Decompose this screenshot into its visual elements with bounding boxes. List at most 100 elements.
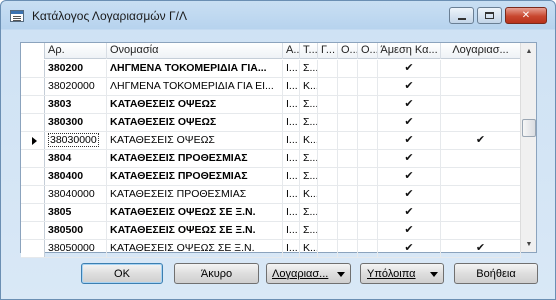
cell-o2[interactable]: [358, 96, 378, 113]
row-selector[interactable]: [21, 78, 45, 95]
cell-account[interactable]: [441, 150, 521, 167]
row-selector[interactable]: [21, 60, 45, 77]
table-row[interactable]: 3803 ΚΑΤΑΘΕΣΕΙΣ ΟΨΕΩΣ Ι... Σ... ✔: [21, 96, 521, 114]
column-header-t[interactable]: Τ...: [300, 43, 318, 59]
cell-g[interactable]: [318, 240, 338, 257]
cell-account-no[interactable]: 380300: [45, 114, 107, 131]
cell-direct-posting[interactable]: ✔: [378, 204, 441, 221]
scroll-up-icon[interactable]: ▲: [521, 43, 537, 59]
help-button[interactable]: Βοήθεια: [454, 263, 538, 284]
cancel-button[interactable]: Άκυρο: [174, 263, 259, 284]
scrollbar-thumb[interactable]: [522, 119, 536, 137]
title-bar[interactable]: Κατάλογος Λογαριασμών Γ/Λ ✕: [1, 1, 555, 31]
cell-t[interactable]: Σ...: [300, 96, 318, 113]
row-selector[interactable]: [21, 168, 45, 185]
cell-account-name[interactable]: ΚΑΤΑΘΕΣΕΙΣ ΟΨΕΩΣ: [107, 96, 283, 113]
table-row[interactable]: 38020000 ΛΗΓΜΕΝΑ ΤΟΚΟΜΕΡΙΔΙΑ ΓΙΑ ΕΙ... Ι..…: [21, 78, 521, 96]
cell-a[interactable]: Ι...: [283, 240, 300, 257]
cell-account-name[interactable]: ΚΑΤΑΘΕΣΕΙΣ ΟΨΕΩΣ: [107, 132, 283, 149]
cell-a[interactable]: Ι...: [283, 168, 300, 185]
cell-t[interactable]: Κ...: [300, 186, 318, 203]
cell-t[interactable]: Σ...: [300, 204, 318, 221]
row-selector[interactable]: [21, 114, 45, 131]
cell-direct-posting[interactable]: ✔: [378, 114, 441, 131]
cell-direct-posting[interactable]: ✔: [378, 78, 441, 95]
cell-account-no[interactable]: 38020000: [45, 78, 107, 95]
cell-direct-posting[interactable]: ✔: [378, 150, 441, 167]
cell-o2[interactable]: [358, 240, 378, 257]
cell-a[interactable]: Ι...: [283, 132, 300, 149]
row-selector[interactable]: [21, 96, 45, 113]
cell-account[interactable]: ✔: [441, 132, 521, 149]
table-row[interactable]: 38030000 ΚΑΤΑΘΕΣΕΙΣ ΟΨΕΩΣ Ι... Κ... ✔ ✔: [21, 132, 521, 150]
column-header-name[interactable]: Ονομασία: [107, 43, 283, 59]
cell-o1[interactable]: [338, 150, 358, 167]
balance-menu-button[interactable]: Υπόλοιπα: [360, 263, 444, 284]
cell-o2[interactable]: [358, 60, 378, 77]
cell-account-no[interactable]: 38040000: [45, 186, 107, 203]
cell-o1[interactable]: [338, 60, 358, 77]
cell-a[interactable]: Ι...: [283, 60, 300, 77]
cell-g[interactable]: [318, 78, 338, 95]
cell-g[interactable]: [318, 222, 338, 239]
table-row[interactable]: 38050000 ΚΑΤΑΘΕΣΕΙΣ ΟΨΕΩΣ ΣΕ Ξ.Ν. Ι... Κ...…: [21, 240, 521, 258]
cell-o1[interactable]: [338, 78, 358, 95]
cell-a[interactable]: Ι...: [283, 78, 300, 95]
cell-t[interactable]: Κ...: [300, 240, 318, 257]
cell-account-no[interactable]: 3804: [45, 150, 107, 167]
cell-t[interactable]: Σ...: [300, 60, 318, 77]
cell-account[interactable]: ✔: [441, 240, 521, 257]
table-row[interactable]: 38040000 ΚΑΤΑΘΕΣΕΙΣ ΠΡΟΘΕΣΜΙΑΣ Ι... Κ... ✔: [21, 186, 521, 204]
cell-o2[interactable]: [358, 78, 378, 95]
row-selector[interactable]: [21, 204, 45, 221]
cell-account-no[interactable]: 380500: [45, 222, 107, 239]
cell-t[interactable]: Σ...: [300, 114, 318, 131]
table-row[interactable]: 380400 ΚΑΤΑΘΕΣΕΙΣ ΠΡΟΘΕΣΜΙΑΣ Ι... Σ... ✔: [21, 168, 521, 186]
cell-a[interactable]: Ι...: [283, 186, 300, 203]
cell-a[interactable]: Ι...: [283, 114, 300, 131]
column-header-o1[interactable]: Ο...: [338, 43, 358, 59]
cell-g[interactable]: [318, 186, 338, 203]
cell-direct-posting[interactable]: ✔: [378, 60, 441, 77]
cell-o1[interactable]: [338, 204, 358, 221]
cell-g[interactable]: [318, 60, 338, 77]
cell-t[interactable]: Κ...: [300, 132, 318, 149]
maximize-button[interactable]: [477, 7, 502, 24]
cell-account[interactable]: [441, 60, 521, 77]
table-row[interactable]: 380300 ΚΑΤΑΘΕΣΕΙΣ ΟΨΕΩΣ Ι... Σ... ✔: [21, 114, 521, 132]
cell-o1[interactable]: [338, 186, 358, 203]
cell-account-no[interactable]: 380400: [45, 168, 107, 185]
row-selector[interactable]: [21, 132, 45, 149]
cell-o2[interactable]: [358, 186, 378, 203]
table-row[interactable]: 380200 ΛΗΓΜΕΝΑ ΤΟΚΟΜΕΡΙΔΙΑ ΓΙΑ... Ι... Σ...…: [21, 60, 521, 78]
cell-g[interactable]: [318, 96, 338, 113]
cell-o2[interactable]: [358, 150, 378, 167]
cell-g[interactable]: [318, 150, 338, 167]
cell-account-name[interactable]: ΛΗΓΜΕΝΑ ΤΟΚΟΜΕΡΙΔΙΑ ΓΙΑ...: [107, 60, 283, 77]
cell-account-name[interactable]: ΚΑΤΑΘΕΣΕΙΣ ΟΨΕΩΣ ΣΕ Ξ.Ν.: [107, 222, 283, 239]
cell-g[interactable]: [318, 114, 338, 131]
cell-a[interactable]: Ι...: [283, 222, 300, 239]
column-header-account[interactable]: Λογαριασ...: [441, 43, 521, 59]
cell-account[interactable]: [441, 96, 521, 113]
cell-g[interactable]: [318, 168, 338, 185]
cell-a[interactable]: Ι...: [283, 204, 300, 221]
cell-o2[interactable]: [358, 168, 378, 185]
cell-account-name[interactable]: ΚΑΤΑΘΕΣΕΙΣ ΟΨΕΩΣ: [107, 114, 283, 131]
cell-direct-posting[interactable]: ✔: [378, 186, 441, 203]
column-header-g[interactable]: Γ...: [318, 43, 338, 59]
cell-account[interactable]: [441, 114, 521, 131]
accounts-menu-button[interactable]: Λογαριασ...: [266, 263, 351, 284]
ok-button[interactable]: OK: [81, 263, 163, 284]
cell-account-no[interactable]: 38050000: [45, 240, 107, 257]
cell-o2[interactable]: [358, 114, 378, 131]
row-selector[interactable]: [21, 222, 45, 239]
cell-direct-posting[interactable]: ✔: [378, 168, 441, 185]
cell-direct-posting[interactable]: ✔: [378, 240, 441, 257]
cell-account-name[interactable]: ΚΑΤΑΘΕΣΕΙΣ ΠΡΟΘΕΣΜΙΑΣ: [107, 168, 283, 185]
cell-t[interactable]: Κ...: [300, 78, 318, 95]
cell-a[interactable]: Ι...: [283, 150, 300, 167]
cell-o1[interactable]: [338, 96, 358, 113]
column-header-a[interactable]: Α...: [283, 43, 300, 59]
close-button[interactable]: ✕: [505, 7, 547, 24]
